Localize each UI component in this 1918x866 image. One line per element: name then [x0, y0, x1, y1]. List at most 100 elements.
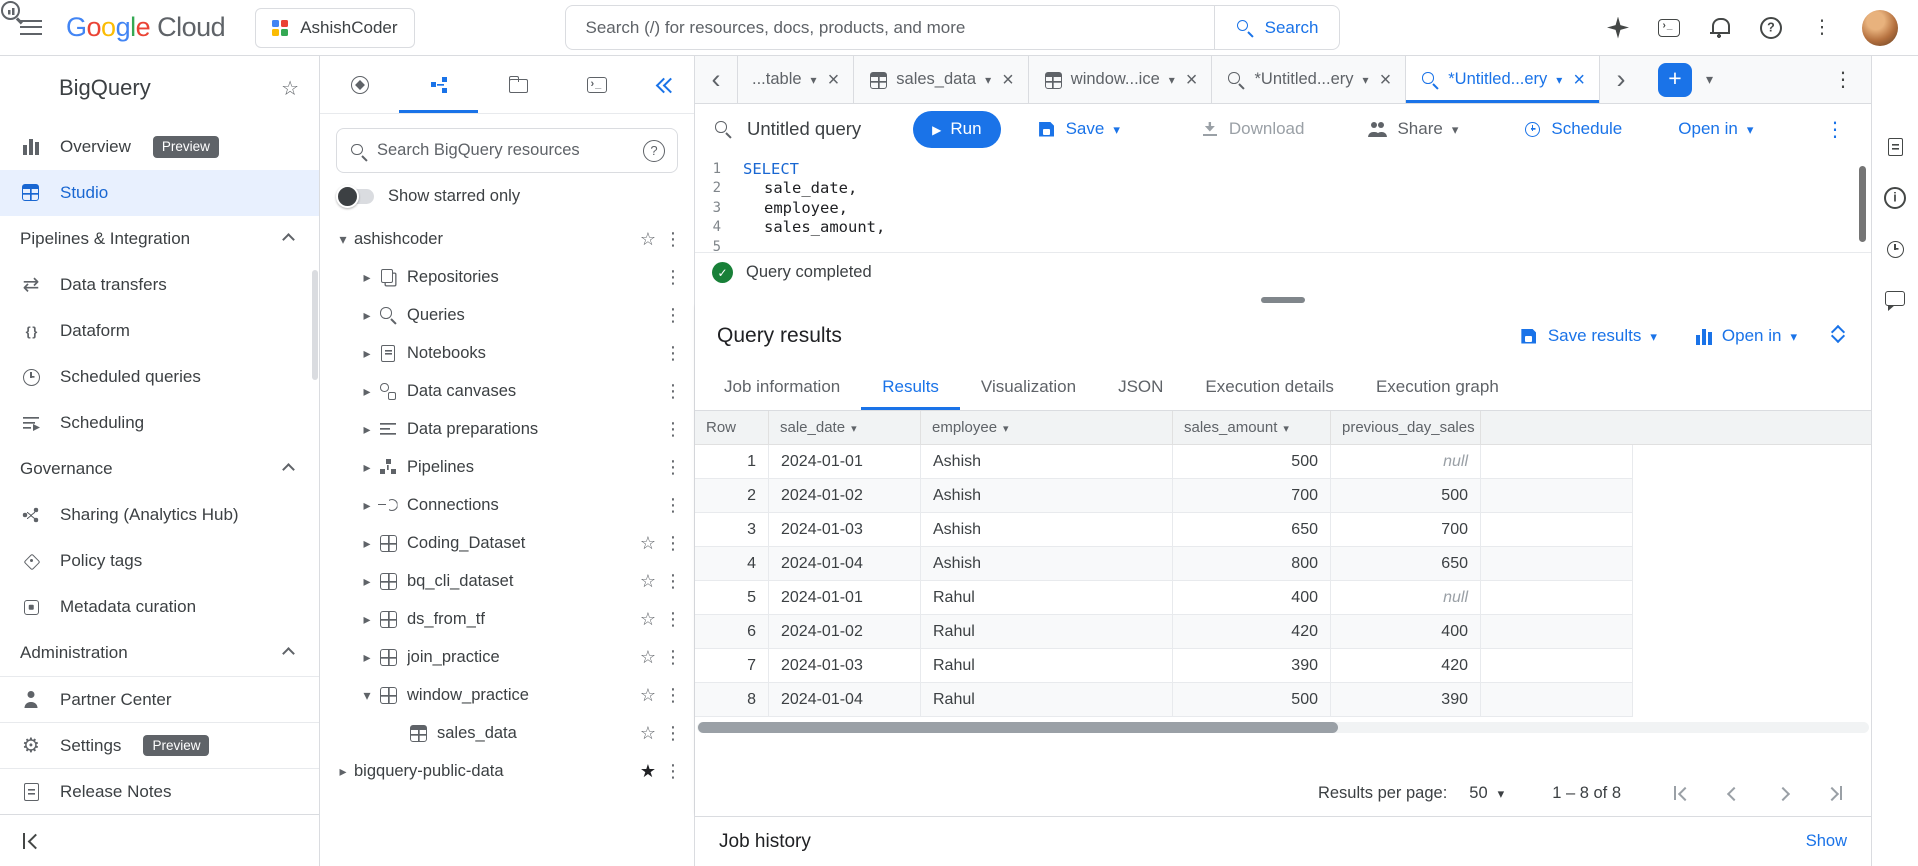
sidebar-item-studio[interactable]: Studio: [0, 170, 319, 216]
editor-tab[interactable]: *Untitled...ery: [1406, 56, 1601, 103]
kebab-icon[interactable]: [662, 533, 684, 554]
caret-down-icon[interactable]: [356, 687, 378, 704]
tab-close-icon[interactable]: [1573, 70, 1585, 90]
table-row[interactable]: 2 2024-01-02 Ashish 700 500: [695, 479, 1633, 513]
caret-right-icon[interactable]: [356, 307, 378, 324]
horizontal-scrollbar[interactable]: [697, 722, 1869, 733]
tab-strip-kebab-icon[interactable]: [1833, 67, 1853, 92]
tab-close-icon[interactable]: [1380, 70, 1392, 90]
caret-right-icon[interactable]: [356, 535, 378, 552]
tab-close-icon[interactable]: [1186, 70, 1198, 90]
sql-editor[interactable]: 1 SELECT 2 sale_date, 3 employee, 4 sale…: [695, 154, 1871, 252]
results-open-in-button[interactable]: Open in: [1693, 326, 1797, 346]
tree-item[interactable]: bigquery-public-data: [320, 752, 694, 790]
table-row[interactable]: 4 2024-01-04 Ashish 800 650: [695, 547, 1633, 581]
kebab-icon[interactable]: [662, 457, 684, 478]
caret-right-icon[interactable]: [356, 383, 378, 400]
notifications-icon[interactable]: [1709, 17, 1731, 39]
share-button[interactable]: Share: [1368, 119, 1458, 139]
tree-item[interactable]: sales_data: [320, 714, 694, 752]
tab-close-icon[interactable]: [1002, 70, 1014, 90]
sidebar-item-policy-tags[interactable]: Policy tags: [0, 538, 319, 584]
caret-right-icon[interactable]: [356, 421, 378, 438]
editor-tab[interactable]: *Untitled...ery: [1212, 56, 1407, 103]
tree-item[interactable]: ashishcoder: [320, 220, 694, 258]
expand-results-button[interactable]: [1827, 324, 1847, 349]
kebab-icon[interactable]: [662, 761, 684, 782]
topbar-kebab-icon[interactable]: [1811, 17, 1833, 39]
help-icon[interactable]: [1760, 16, 1782, 39]
table-row[interactable]: 7 2024-01-03 Rahul 390 420: [695, 649, 1633, 683]
gemini-sparkle-icon[interactable]: [1607, 17, 1629, 39]
table-row[interactable]: 8 2024-01-04 Rahul 500 390: [695, 683, 1633, 717]
tree-item[interactable]: Data canvases: [320, 372, 694, 410]
star-icon[interactable]: [281, 76, 299, 101]
results-tab[interactable]: Execution graph: [1355, 364, 1520, 410]
sidebar-item-data-transfers[interactable]: Data transfers: [0, 262, 319, 308]
chat-icon[interactable]: [1884, 289, 1906, 311]
sidebar-item-scheduling[interactable]: Scheduling: [0, 400, 319, 446]
tree-item[interactable]: Notebooks: [320, 334, 694, 372]
horizontal-scrollbar-thumb[interactable]: [698, 722, 1338, 733]
code-assets-icon[interactable]: [1884, 136, 1906, 158]
star-icon[interactable]: [634, 685, 662, 706]
table-row[interactable]: 6 2024-01-02 Rahul 420 400: [695, 615, 1633, 649]
kebab-icon[interactable]: [662, 685, 684, 706]
panel-resize-handle[interactable]: [695, 292, 1871, 308]
table-row[interactable]: 5 2024-01-01 Rahul 400 null: [695, 581, 1633, 615]
kebab-icon[interactable]: [662, 381, 684, 402]
download-button[interactable]: Download: [1200, 119, 1304, 139]
kebab-icon[interactable]: [662, 419, 684, 440]
caret-right-icon[interactable]: [356, 497, 378, 514]
star-icon[interactable]: [634, 229, 662, 250]
sidebar-item-sharing[interactable]: Sharing (Analytics Hub): [0, 492, 319, 538]
sidebar-item-settings[interactable]: Settings Preview: [0, 722, 319, 768]
tree-item[interactable]: Data preparations: [320, 410, 694, 448]
tab-menu-caret-icon[interactable]: [1169, 70, 1175, 89]
editor-scrollbar[interactable]: [1859, 166, 1866, 242]
column-header[interactable]: Row: [695, 411, 769, 444]
collapse-sidebar-icon[interactable]: [20, 831, 40, 851]
tab-menu-caret-icon[interactable]: [811, 70, 817, 89]
previous-page-icon[interactable]: [1721, 782, 1743, 804]
kebab-icon[interactable]: [662, 571, 684, 592]
caret-right-icon[interactable]: [356, 269, 378, 286]
star-icon[interactable]: [634, 571, 662, 592]
show-starred-toggle[interactable]: [336, 185, 374, 208]
kebab-icon[interactable]: [662, 647, 684, 668]
explorer-tab-console[interactable]: [557, 56, 636, 113]
tree-item[interactable]: window_practice: [320, 676, 694, 714]
star-icon[interactable]: [634, 723, 662, 744]
caret-right-icon[interactable]: [356, 611, 378, 628]
table-row[interactable]: 1 2024-01-01 Ashish 500 null: [695, 445, 1633, 479]
tab-menu-caret-icon[interactable]: [985, 70, 991, 89]
global-search-button[interactable]: Search: [1213, 6, 1339, 49]
global-search-input[interactable]: [565, 6, 1214, 49]
editor-tab[interactable]: window...ice: [1029, 56, 1213, 103]
column-header[interactable]: sale_date: [769, 411, 921, 444]
tree-item[interactable]: Coding_Dataset: [320, 524, 694, 562]
first-page-icon[interactable]: [1669, 782, 1691, 804]
star-icon[interactable]: [634, 533, 662, 554]
tab-menu-caret-icon[interactable]: [1363, 70, 1369, 89]
explorer-tab-projects[interactable]: [478, 56, 557, 113]
sidebar-item-metadata-curation[interactable]: Metadata curation: [0, 584, 319, 630]
kebab-icon[interactable]: [662, 343, 684, 364]
avatar[interactable]: [1862, 9, 1898, 46]
schedule-button[interactable]: Schedule: [1522, 119, 1622, 139]
star-icon[interactable]: [634, 609, 662, 630]
results-tab[interactable]: Job information: [703, 364, 861, 410]
tabs-scroll-left-icon[interactable]: [695, 56, 737, 103]
caret-right-icon[interactable]: [356, 459, 378, 476]
search-help-icon[interactable]: [643, 139, 665, 162]
tab-close-icon[interactable]: [828, 70, 840, 90]
star-icon[interactable]: [634, 647, 662, 668]
column-menu-icon[interactable]: [851, 419, 857, 436]
kebab-icon[interactable]: [662, 267, 684, 288]
sidebar-item-scheduled-queries[interactable]: Scheduled queries: [0, 354, 319, 400]
explorer-tab-resources[interactable]: [399, 56, 478, 113]
sidebar-item-overview[interactable]: Overview Preview: [0, 124, 319, 170]
sidebar-scrollbar[interactable]: [312, 270, 318, 380]
next-page-icon[interactable]: [1773, 782, 1795, 804]
table-row[interactable]: 3 2024-01-03 Ashish 650 700: [695, 513, 1633, 547]
